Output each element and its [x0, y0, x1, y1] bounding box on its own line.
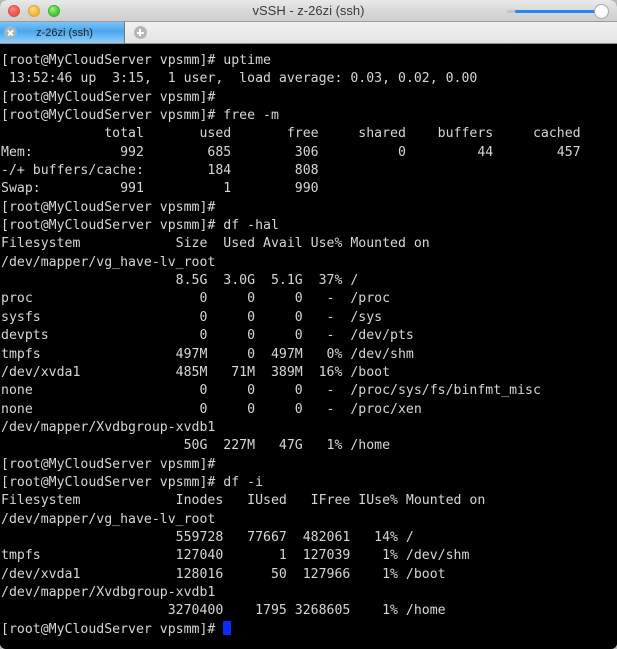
terminal-window: vSSH - z-26zi (ssh) z-26zi (ssh) [root@M… [0, 0, 617, 649]
terminal-line: [root@MyCloudServer vpsmm]# [1, 89, 216, 105]
close-icon[interactable] [4, 26, 17, 39]
terminal-line: Swap: 991 1 990 [1, 181, 319, 197]
terminal-line: /dev/mapper/Xvdbgroup-xvdb1 [1, 584, 216, 600]
terminal-line: devpts 0 0 0 - /dev/pts [1, 328, 414, 344]
terminal-line: [root@MyCloudServer vpsmm]# [1, 199, 216, 215]
terminal-line: [root@MyCloudServer vpsmm]# uptime [1, 53, 271, 68]
terminal-line: 559728 77667 482061 14% / [1, 529, 414, 545]
terminal-line: total used free shared buffers cached [1, 126, 581, 142]
terminal-line: Mem: 992 685 306 0 44 457 [1, 144, 581, 160]
add-tab-button[interactable] [125, 22, 155, 43]
terminal-line: /dev/mapper/Xvdbgroup-xvdb1 [1, 419, 216, 435]
text-cursor [223, 620, 232, 635]
terminal-line: 50G 227M 47G 1% /home [1, 438, 391, 454]
terminal-prompt-line: [root@MyCloudServer vpsmm]# [1, 620, 617, 639]
plus-icon [133, 26, 147, 39]
slider-knob[interactable] [594, 4, 609, 19]
transparency-slider[interactable] [507, 4, 609, 19]
terminal-line: -/+ buffers/cache: 184 808 [1, 163, 319, 179]
title-bar: vSSH - z-26zi (ssh) [0, 0, 617, 22]
terminal-lines: [root@MyCloudServer vpsmm]# uptime 13:52… [1, 52, 617, 639]
terminal-line: Filesystem Inodes IUsed IFree IUse% Moun… [1, 493, 486, 509]
terminal-line: [root@MyCloudServer vpsmm]# df -i [1, 474, 264, 490]
terminal-line: [root@MyCloudServer vpsmm]# df -hal [1, 218, 279, 234]
prompt-text: [root@MyCloudServer vpsmm]# [1, 621, 224, 637]
terminal-line: [root@MyCloudServer vpsmm]# free -m [1, 108, 279, 124]
terminal-line: /dev/mapper/vg_have-lv_root [1, 511, 216, 527]
tab-bar: z-26zi (ssh) [0, 22, 617, 44]
terminal-line: 3270400 1795 3268605 1% /home [1, 603, 446, 619]
terminal-line: proc 0 0 0 - /proc [1, 291, 391, 307]
terminal-line: [root@MyCloudServer vpsmm]# [1, 456, 216, 472]
terminal-line: /dev/mapper/vg_have-lv_root [1, 254, 216, 270]
terminal-line: 8.5G 3.0G 5.1G 37% / [1, 273, 359, 289]
terminal-line: sysfs 0 0 0 - /sys [1, 309, 383, 325]
terminal-line: /dev/xvda1 128016 50 127966 1% /boot [1, 566, 446, 582]
tab-label: z-26zi (ssh) [36, 26, 93, 39]
tab-z-26zi-ssh[interactable]: z-26zi (ssh) [0, 22, 125, 43]
terminal-line: tmpfs 497M 0 497M 0% /dev/shm [1, 346, 414, 362]
terminal-line: Filesystem Size Used Avail Use% Mounted … [1, 236, 430, 252]
terminal-line: tmpfs 127040 1 127039 1% /dev/shm [1, 548, 470, 564]
slider-fill [515, 10, 597, 13]
terminal-output-area[interactable]: [root@MyCloudServer vpsmm]# uptime 13:52… [0, 44, 617, 648]
terminal-line: none 0 0 0 - /proc/sys/fs/binfmt_misc [1, 383, 541, 399]
terminal-line: none 0 0 0 - /proc/xen [1, 401, 422, 417]
terminal-line: 13:52:46 up 3:15, 1 user, load average: … [1, 71, 478, 87]
terminal-line: /dev/xvda1 485M 71M 389M 16% /boot [1, 364, 391, 380]
